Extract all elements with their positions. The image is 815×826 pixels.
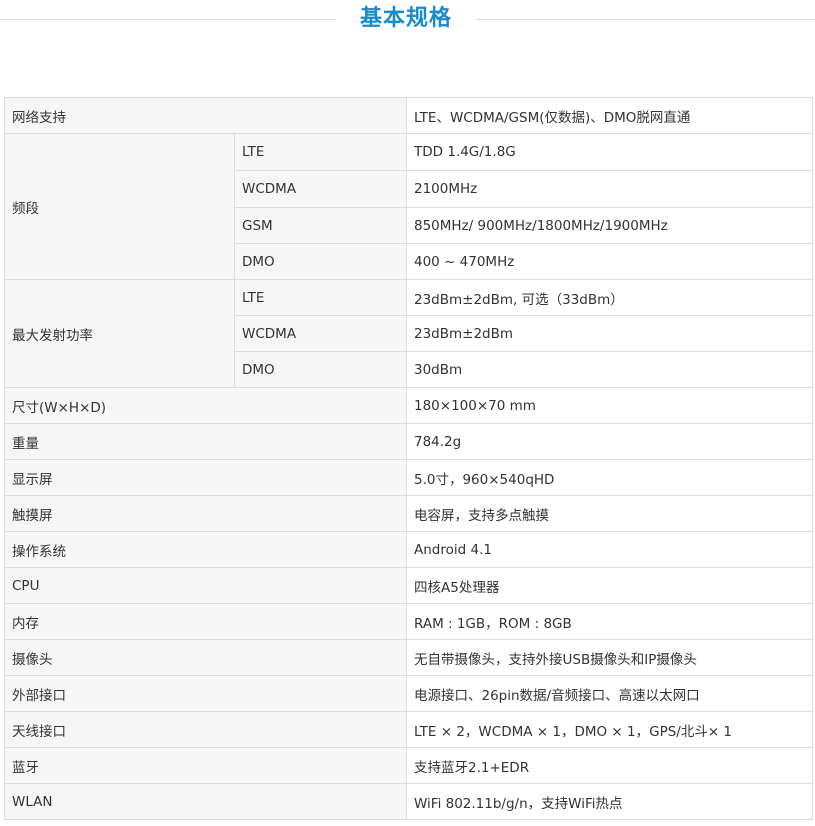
table-row: 外部接口 电源接口、26pin数据/音频接口、高速以太网口 xyxy=(4,675,813,712)
spec-label: 操作系统 xyxy=(4,531,407,568)
spec-sub-label: LTE xyxy=(234,279,407,316)
table-row: WLAN WiFi 802.11b/g/n，支持WiFi热点 xyxy=(4,783,813,820)
table-row: 显示屏 5.0寸，960×540qHD xyxy=(4,459,813,496)
spec-value: TDD 1.4G/1.8G xyxy=(406,133,813,171)
spec-value: WiFi 802.11b/g/n，支持WiFi热点 xyxy=(406,783,813,820)
section-header: 基本规格 xyxy=(0,0,815,40)
spec-value: LTE、WCDMA/GSM(仅数据)、DMO脱网直通 xyxy=(406,97,813,134)
page-title: 基本规格 xyxy=(359,6,452,31)
spec-value: 电容屏，支持多点触摸 xyxy=(406,495,813,532)
header-divider-left xyxy=(0,19,336,20)
spec-value: 电源接口、26pin数据/音频接口、高速以太网口 xyxy=(406,675,813,712)
spec-sub-label: WCDMA xyxy=(234,315,407,352)
spec-value: 23dBm±2dBm, 可选（33dBm） xyxy=(406,279,813,316)
spec-sub-label: WCDMA xyxy=(234,170,407,208)
spec-sub-label: DMO xyxy=(234,351,407,388)
spec-sub-label: LTE xyxy=(234,133,407,171)
table-row: 重量 784.2g xyxy=(4,423,813,460)
spec-sub-label: GSM xyxy=(234,207,407,244)
spec-sub-label: DMO xyxy=(234,243,407,280)
table-row: 最大发射功率 LTE 23dBm±2dBm, 可选（33dBm） xyxy=(4,279,813,388)
spec-value: 23dBm±2dBm xyxy=(406,315,813,352)
table-row: 触摸屏 电容屏，支持多点触摸 xyxy=(4,495,813,532)
spec-label: 重量 xyxy=(4,423,407,460)
table-row: CPU 四核A5处理器 xyxy=(4,567,813,604)
table-row: 网络支持 LTE、WCDMA/GSM(仅数据)、DMO脱网直通 xyxy=(4,97,813,134)
header-divider-right xyxy=(476,19,815,20)
spec-value: LTE × 2，WCDMA × 1，DMO × 1，GPS/北斗× 1 xyxy=(406,711,813,748)
table-row: 频段 LTE TDD 1.4G/1.8G xyxy=(4,133,813,280)
spec-value: 2100MHz xyxy=(406,170,813,208)
spec-value: RAM : 1GB，ROM : 8GB xyxy=(406,603,813,640)
table-row: 天线接口 LTE × 2，WCDMA × 1，DMO × 1，GPS/北斗× 1 xyxy=(4,711,813,748)
spec-group-label: 频段 xyxy=(4,133,235,280)
spec-value: Android 4.1 xyxy=(406,531,813,568)
spec-value: 180×100×70 mm xyxy=(406,387,813,424)
table-row: 尺寸(W×H×D) 180×100×70 mm xyxy=(4,387,813,424)
spec-value: 850MHz/ 900MHz/1800MHz/1900MHz xyxy=(406,207,813,244)
spec-table: 网络支持 LTE、WCDMA/GSM(仅数据)、DMO脱网直通 频段 LTE T… xyxy=(4,97,813,820)
spec-label: 外部接口 xyxy=(4,675,407,712)
spec-value: 784.2g xyxy=(406,423,813,460)
spec-group-label: 最大发射功率 xyxy=(4,279,235,388)
spec-value: 无自带摄像头，支持外接USB摄像头和IP摄像头 xyxy=(406,639,813,676)
table-row: 操作系统 Android 4.1 xyxy=(4,531,813,568)
spec-label: 内存 xyxy=(4,603,407,640)
spec-label: 网络支持 xyxy=(4,97,407,134)
spec-label: 蓝牙 xyxy=(4,747,407,784)
spec-value: 四核A5处理器 xyxy=(406,567,813,604)
spec-label: WLAN xyxy=(4,783,407,820)
spec-label: 摄像头 xyxy=(4,639,407,676)
table-row: 蓝牙 支持蓝牙2.1+EDR xyxy=(4,747,813,784)
spec-label: CPU xyxy=(4,567,407,604)
spec-label: 尺寸(W×H×D) xyxy=(4,387,407,424)
spec-value: 5.0寸，960×540qHD xyxy=(406,459,813,496)
spec-label: 天线接口 xyxy=(4,711,407,748)
spec-label: 显示屏 xyxy=(4,459,407,496)
spec-value: 30dBm xyxy=(406,351,813,388)
spec-label: 触摸屏 xyxy=(4,495,407,532)
table-row: 内存 RAM : 1GB，ROM : 8GB xyxy=(4,603,813,640)
spec-value: 400 ~ 470MHz xyxy=(406,243,813,280)
table-row: 摄像头 无自带摄像头，支持外接USB摄像头和IP摄像头 xyxy=(4,639,813,676)
spec-value: 支持蓝牙2.1+EDR xyxy=(406,747,813,784)
